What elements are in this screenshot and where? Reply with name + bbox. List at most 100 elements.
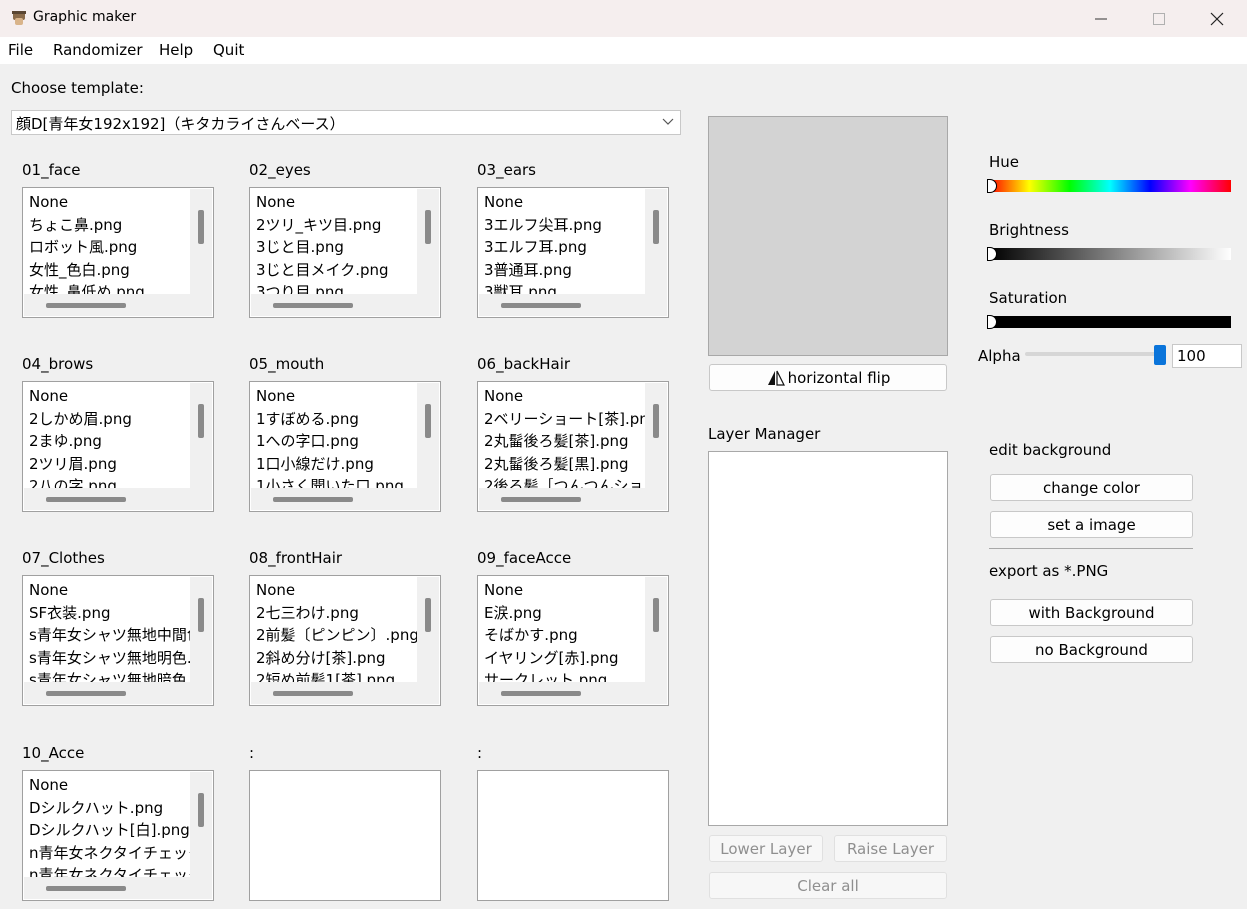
horizontal-flip-button[interactable]: horizontal flip <box>709 364 947 391</box>
saturation-handle[interactable] <box>987 315 997 329</box>
list-item[interactable]: 3じと目メイク.png <box>256 259 418 282</box>
list-item[interactable]: 1口小線だけ.png <box>256 453 418 476</box>
vertical-scrollbar[interactable] <box>190 577 212 684</box>
part-list-acce[interactable]: None Dシルクハット.png Dシルクハット[白].png n青年女ネクタイチェッ… <box>22 770 214 901</box>
list-item[interactable]: ロボット風.png <box>29 236 191 259</box>
saturation-slider[interactable] <box>987 315 1231 329</box>
vertical-scrollbar[interactable] <box>417 383 439 490</box>
menu-randomizer[interactable]: Randomizer <box>53 41 143 59</box>
list-item[interactable]: 3普通耳.png <box>484 259 646 282</box>
close-button[interactable] <box>1188 0 1246 37</box>
list-item[interactable]: E涙.png <box>484 602 646 625</box>
list-item[interactable]: 2ツリ_キツ目.png <box>256 214 418 237</box>
brightness-slider[interactable] <box>987 247 1231 261</box>
part-list-empty-1[interactable] <box>249 770 441 901</box>
vertical-scrollbar[interactable] <box>645 383 667 490</box>
list-item[interactable]: 1への字口.png <box>256 430 418 453</box>
list-item[interactable]: None <box>256 191 418 214</box>
raise-layer-button[interactable]: Raise Layer <box>834 835 947 862</box>
menu-help[interactable]: Help <box>159 41 193 59</box>
list-item[interactable]: Dシルクハット[白].png <box>29 819 191 842</box>
scrollbar-thumb[interactable] <box>653 210 659 244</box>
list-item[interactable]: None <box>256 579 418 602</box>
change-color-button[interactable]: change color <box>990 474 1193 501</box>
list-item[interactable]: None <box>29 385 191 408</box>
clear-all-button[interactable]: Clear all <box>709 872 947 899</box>
horizontal-scrollbar[interactable] <box>24 488 192 510</box>
horizontal-scrollbar[interactable] <box>24 877 192 899</box>
part-list-faceacce[interactable]: None E涙.png そばかす.png イヤリング[赤].png サークレット.png <box>477 575 669 706</box>
scrollbar-thumb[interactable] <box>501 497 581 502</box>
part-list-ears[interactable]: None 3エルフ尖耳.png 3エルフ耳.png 3普通耳.png 3獣耳.png <box>477 187 669 318</box>
scrollbar-thumb[interactable] <box>425 598 431 632</box>
scrollbar-thumb[interactable] <box>425 210 431 244</box>
export-no-background-button[interactable]: no Background <box>990 636 1193 663</box>
set-image-button[interactable]: set a image <box>990 511 1193 538</box>
scrollbar-thumb[interactable] <box>198 210 204 244</box>
scrollbar-thumb[interactable] <box>273 691 353 696</box>
list-item[interactable]: SF衣装.png <box>29 602 191 625</box>
scrollbar-thumb[interactable] <box>198 598 204 632</box>
scrollbar-thumb[interactable] <box>501 303 581 308</box>
part-list-clothes[interactable]: NoneSF衣装.pngs青年女シャツ無地中間色s青年女シャツ無地明色.pngs… <box>22 575 214 706</box>
part-list-mouth[interactable]: None 1すぼめる.png 1への字口.png 1口小線だけ.png 1小さく開いた口… <box>249 381 441 512</box>
list-item[interactable]: None <box>484 385 646 408</box>
scrollbar-thumb[interactable] <box>46 886 126 891</box>
part-list-eyes[interactable]: None 2ツリ_キツ目.png 3じと目.png 3じと目メイク.png 3つり目.p… <box>249 187 441 318</box>
vertical-scrollbar[interactable] <box>190 772 212 879</box>
vertical-scrollbar[interactable] <box>190 189 212 296</box>
hue-slider[interactable] <box>987 179 1231 193</box>
scrollbar-thumb[interactable] <box>653 598 659 632</box>
scrollbar-thumb[interactable] <box>273 303 353 308</box>
horizontal-scrollbar[interactable] <box>251 488 419 510</box>
vertical-scrollbar[interactable] <box>645 189 667 296</box>
list-item[interactable]: 2丸髷後ろ髪[茶].png <box>484 430 646 453</box>
horizontal-scrollbar[interactable] <box>479 682 647 704</box>
scrollbar-thumb[interactable] <box>46 497 126 502</box>
list-item[interactable]: 2斜め分け[茶].png <box>256 647 418 670</box>
scrollbar-thumb[interactable] <box>198 793 204 827</box>
list-item[interactable]: 1すぼめる.png <box>256 408 418 431</box>
alpha-value-field[interactable]: 100 <box>1172 344 1242 368</box>
list-item[interactable]: 2丸髷後ろ髪[黒].png <box>484 453 646 476</box>
brightness-handle[interactable] <box>987 247 997 261</box>
part-list-face[interactable]: None ちょこ鼻.png ロボット風.png 女性_色白.png 女性_鼻低め.png… <box>22 187 214 318</box>
vertical-scrollbar[interactable] <box>417 189 439 296</box>
list-item[interactable]: 2しかめ眉.png <box>29 408 191 431</box>
list-item[interactable]: そばかす.png <box>484 624 646 647</box>
horizontal-scrollbar[interactable] <box>479 294 647 316</box>
list-item[interactable]: 女性_色白.png <box>29 259 191 282</box>
list-item[interactable]: 3エルフ耳.png <box>484 236 646 259</box>
list-item[interactable]: n青年女ネクタイチェック <box>29 842 191 865</box>
list-item[interactable]: 3エルフ尖耳.png <box>484 214 646 237</box>
scrollbar-thumb[interactable] <box>46 691 126 696</box>
list-item[interactable]: s青年女シャツ無地中間色 <box>29 624 191 647</box>
list-item[interactable]: None <box>256 385 418 408</box>
part-list-backhair[interactable]: None 2ベリーショート[茶].png 2丸髷後ろ髪[茶].png 2丸髷後ろ髪[黒… <box>477 381 669 512</box>
horizontal-scrollbar[interactable] <box>251 682 419 704</box>
list-item[interactable]: None <box>484 579 646 602</box>
scrollbar-thumb[interactable] <box>273 497 353 502</box>
horizontal-scrollbar[interactable] <box>479 488 647 510</box>
scrollbar-thumb[interactable] <box>501 691 581 696</box>
maximize-button[interactable] <box>1130 0 1188 37</box>
list-item[interactable]: 3じと目.png <box>256 236 418 259</box>
list-item[interactable]: None <box>29 774 191 797</box>
list-item[interactable]: s青年女シャツ無地明色.png <box>29 647 191 670</box>
scrollbar-thumb[interactable] <box>198 404 204 438</box>
list-item[interactable]: None <box>29 579 191 602</box>
vertical-scrollbar[interactable] <box>417 577 439 684</box>
lower-layer-button[interactable]: Lower Layer <box>709 835 823 862</box>
list-item[interactable]: None <box>484 191 646 214</box>
list-item[interactable]: 2まゆ.png <box>29 430 191 453</box>
list-item[interactable]: 2前髪〔ピンピン〕.png <box>256 624 418 647</box>
list-item[interactable]: 2ツリ眉.png <box>29 453 191 476</box>
part-list-fronthair[interactable]: None 2七三わけ.png 2前髪〔ピンピン〕.png 2斜め分け[茶].png 2短… <box>249 575 441 706</box>
layer-list[interactable] <box>708 451 948 826</box>
scrollbar-thumb[interactable] <box>425 404 431 438</box>
horizontal-scrollbar[interactable] <box>251 294 419 316</box>
template-select[interactable]: 顔D[青年女192x192]（キタカライさんベース） <box>11 110 681 135</box>
horizontal-scrollbar[interactable] <box>24 294 192 316</box>
scrollbar-thumb[interactable] <box>653 404 659 438</box>
vertical-scrollbar[interactable] <box>190 383 212 490</box>
